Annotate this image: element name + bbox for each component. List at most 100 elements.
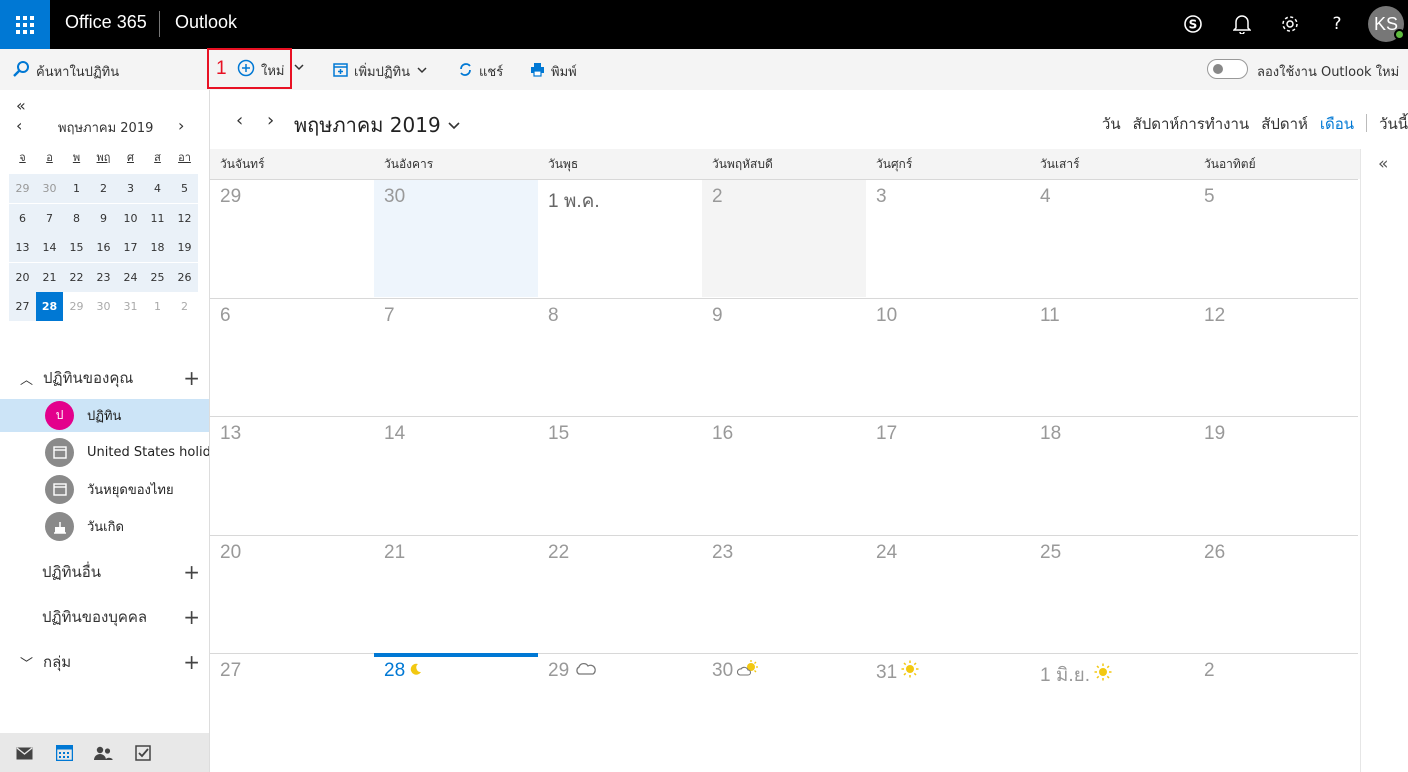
- outlook-app-name[interactable]: Outlook: [175, 12, 237, 33]
- mini-day[interactable]: 5: [171, 174, 198, 203]
- expand-right-pane-icon[interactable]: «: [1378, 154, 1388, 174]
- help-icon[interactable]: ?: [1325, 12, 1349, 36]
- mini-day[interactable]: 1: [63, 174, 90, 203]
- mini-day[interactable]: 24: [117, 262, 144, 292]
- mini-day[interactable]: 4: [144, 174, 171, 203]
- mini-day[interactable]: 18: [144, 233, 171, 262]
- try-new-outlook-toggle[interactable]: [1207, 59, 1248, 79]
- day-cell[interactable]: 22: [538, 534, 702, 653]
- mini-day[interactable]: 12: [171, 203, 198, 233]
- day-cell[interactable]: 27: [210, 653, 374, 771]
- day-cell[interactable]: 19: [1194, 416, 1358, 534]
- day-cell[interactable]: 4: [1030, 179, 1194, 297]
- mini-day[interactable]: 25: [144, 262, 171, 292]
- mini-day[interactable]: 22: [63, 262, 90, 292]
- mini-day[interactable]: 11: [144, 203, 171, 233]
- day-cell[interactable]: 25: [1030, 534, 1194, 653]
- day-cell[interactable]: 9: [702, 297, 866, 416]
- day-cell[interactable]: 21: [374, 534, 538, 653]
- collapse-sidebar-icon[interactable]: «: [16, 96, 26, 115]
- tasks-icon[interactable]: [133, 743, 153, 763]
- share-button[interactable]: แชร์: [458, 61, 503, 82]
- mini-day[interactable]: 16: [90, 233, 117, 262]
- mini-calendar-title[interactable]: พฤษภาคม 2019: [58, 117, 153, 138]
- day-cell[interactable]: 31: [866, 653, 1030, 771]
- mini-day[interactable]: 30: [36, 174, 63, 203]
- mini-day[interactable]: 3: [117, 174, 144, 203]
- mini-day[interactable]: 23: [90, 262, 117, 292]
- day-cell[interactable]: 2: [702, 179, 866, 297]
- view-work-week[interactable]: สัปดาห์การทำงาน: [1133, 112, 1250, 136]
- calendar-icon[interactable]: [54, 743, 74, 763]
- day-cell[interactable]: 6: [210, 297, 374, 416]
- day-cell[interactable]: 29: [538, 653, 702, 771]
- mini-day[interactable]: 28: [36, 292, 63, 321]
- today-button[interactable]: วันนี้: [1379, 112, 1408, 136]
- other-calendars-header[interactable]: ปฏิทินอื่น +: [20, 560, 200, 584]
- calendar-search[interactable]: ค้นหาในปฏิทิน: [12, 60, 119, 82]
- people-icon[interactable]: [93, 743, 113, 763]
- next-month-icon[interactable]: ›: [267, 110, 274, 131]
- day-cell[interactable]: 1 มิ.ย.: [1030, 653, 1194, 771]
- day-cell[interactable]: 23: [702, 534, 866, 653]
- mini-day[interactable]: 9: [90, 203, 117, 233]
- avatar[interactable]: KS: [1368, 6, 1405, 42]
- add-calendar-plus-icon[interactable]: +: [183, 366, 200, 390]
- calendar-list-item[interactable]: วันเกิด: [0, 510, 209, 543]
- mini-day[interactable]: 2: [90, 174, 117, 203]
- mini-day[interactable]: 7: [36, 203, 63, 233]
- mail-icon[interactable]: [14, 743, 34, 763]
- day-cell[interactable]: 18: [1030, 416, 1194, 534]
- mini-day[interactable]: 20: [9, 262, 36, 292]
- mini-day[interactable]: 31: [117, 292, 144, 321]
- month-title-dropdown[interactable]: พฤษภาคม 2019: [294, 109, 461, 141]
- day-cell[interactable]: 14: [374, 416, 538, 534]
- mini-prev-month-icon[interactable]: ‹: [16, 116, 22, 135]
- add-calendar-button[interactable]: เพิ่มปฏิทิน: [333, 61, 428, 82]
- people-calendars-header[interactable]: ปฏิทินของบุคคล +: [20, 605, 200, 629]
- day-cell[interactable]: 15: [538, 416, 702, 534]
- calendar-list-item[interactable]: United States holidays: [0, 436, 209, 469]
- day-cell[interactable]: 7: [374, 297, 538, 416]
- mini-day[interactable]: 1: [144, 292, 171, 321]
- add-other-calendar-plus-icon[interactable]: +: [183, 560, 200, 584]
- day-cell[interactable]: 3: [866, 179, 1030, 297]
- my-calendars-header[interactable]: ︿ ปฏิทินของคุณ +: [20, 366, 200, 390]
- day-cell[interactable]: 10: [866, 297, 1030, 416]
- day-cell[interactable]: 26: [1194, 534, 1358, 653]
- day-cell[interactable]: 13: [210, 416, 374, 534]
- prev-month-icon[interactable]: ‹: [236, 110, 243, 131]
- view-week[interactable]: สัปดาห์: [1261, 112, 1308, 136]
- day-cell[interactable]: 20: [210, 534, 374, 653]
- bell-icon[interactable]: [1230, 12, 1254, 36]
- mini-next-month-icon[interactable]: ›: [178, 116, 184, 135]
- mini-day[interactable]: 14: [36, 233, 63, 262]
- groups-header[interactable]: ﹀ กลุ่ม +: [20, 650, 200, 674]
- office-365-link[interactable]: Office 365: [65, 12, 147, 33]
- mini-day[interactable]: 19: [171, 233, 198, 262]
- day-cell[interactable]: 28: [374, 653, 538, 771]
- day-cell[interactable]: 2: [1194, 653, 1358, 771]
- day-cell[interactable]: 24: [866, 534, 1030, 653]
- mini-day[interactable]: 2: [171, 292, 198, 321]
- day-cell[interactable]: 29: [210, 179, 374, 297]
- day-cell[interactable]: 16: [702, 416, 866, 534]
- mini-day[interactable]: 13: [9, 233, 36, 262]
- day-cell[interactable]: 8: [538, 297, 702, 416]
- day-cell[interactable]: 30: [702, 653, 866, 771]
- view-day[interactable]: วัน: [1102, 112, 1121, 136]
- add-group-plus-icon[interactable]: +: [183, 650, 200, 674]
- skype-icon[interactable]: S: [1181, 12, 1205, 36]
- mini-day[interactable]: 29: [63, 292, 90, 321]
- mini-day[interactable]: 15: [63, 233, 90, 262]
- mini-day[interactable]: 26: [171, 262, 198, 292]
- app-launcher-icon[interactable]: [0, 0, 50, 49]
- day-cell[interactable]: 12: [1194, 297, 1358, 416]
- mini-day[interactable]: 10: [117, 203, 144, 233]
- mini-day[interactable]: 17: [117, 233, 144, 262]
- mini-day[interactable]: 6: [9, 203, 36, 233]
- day-cell[interactable]: 30: [374, 179, 538, 297]
- mini-day[interactable]: 21: [36, 262, 63, 292]
- add-people-calendar-plus-icon[interactable]: +: [183, 605, 200, 629]
- calendar-list-item[interactable]: ป ปฏิทิน: [0, 399, 209, 432]
